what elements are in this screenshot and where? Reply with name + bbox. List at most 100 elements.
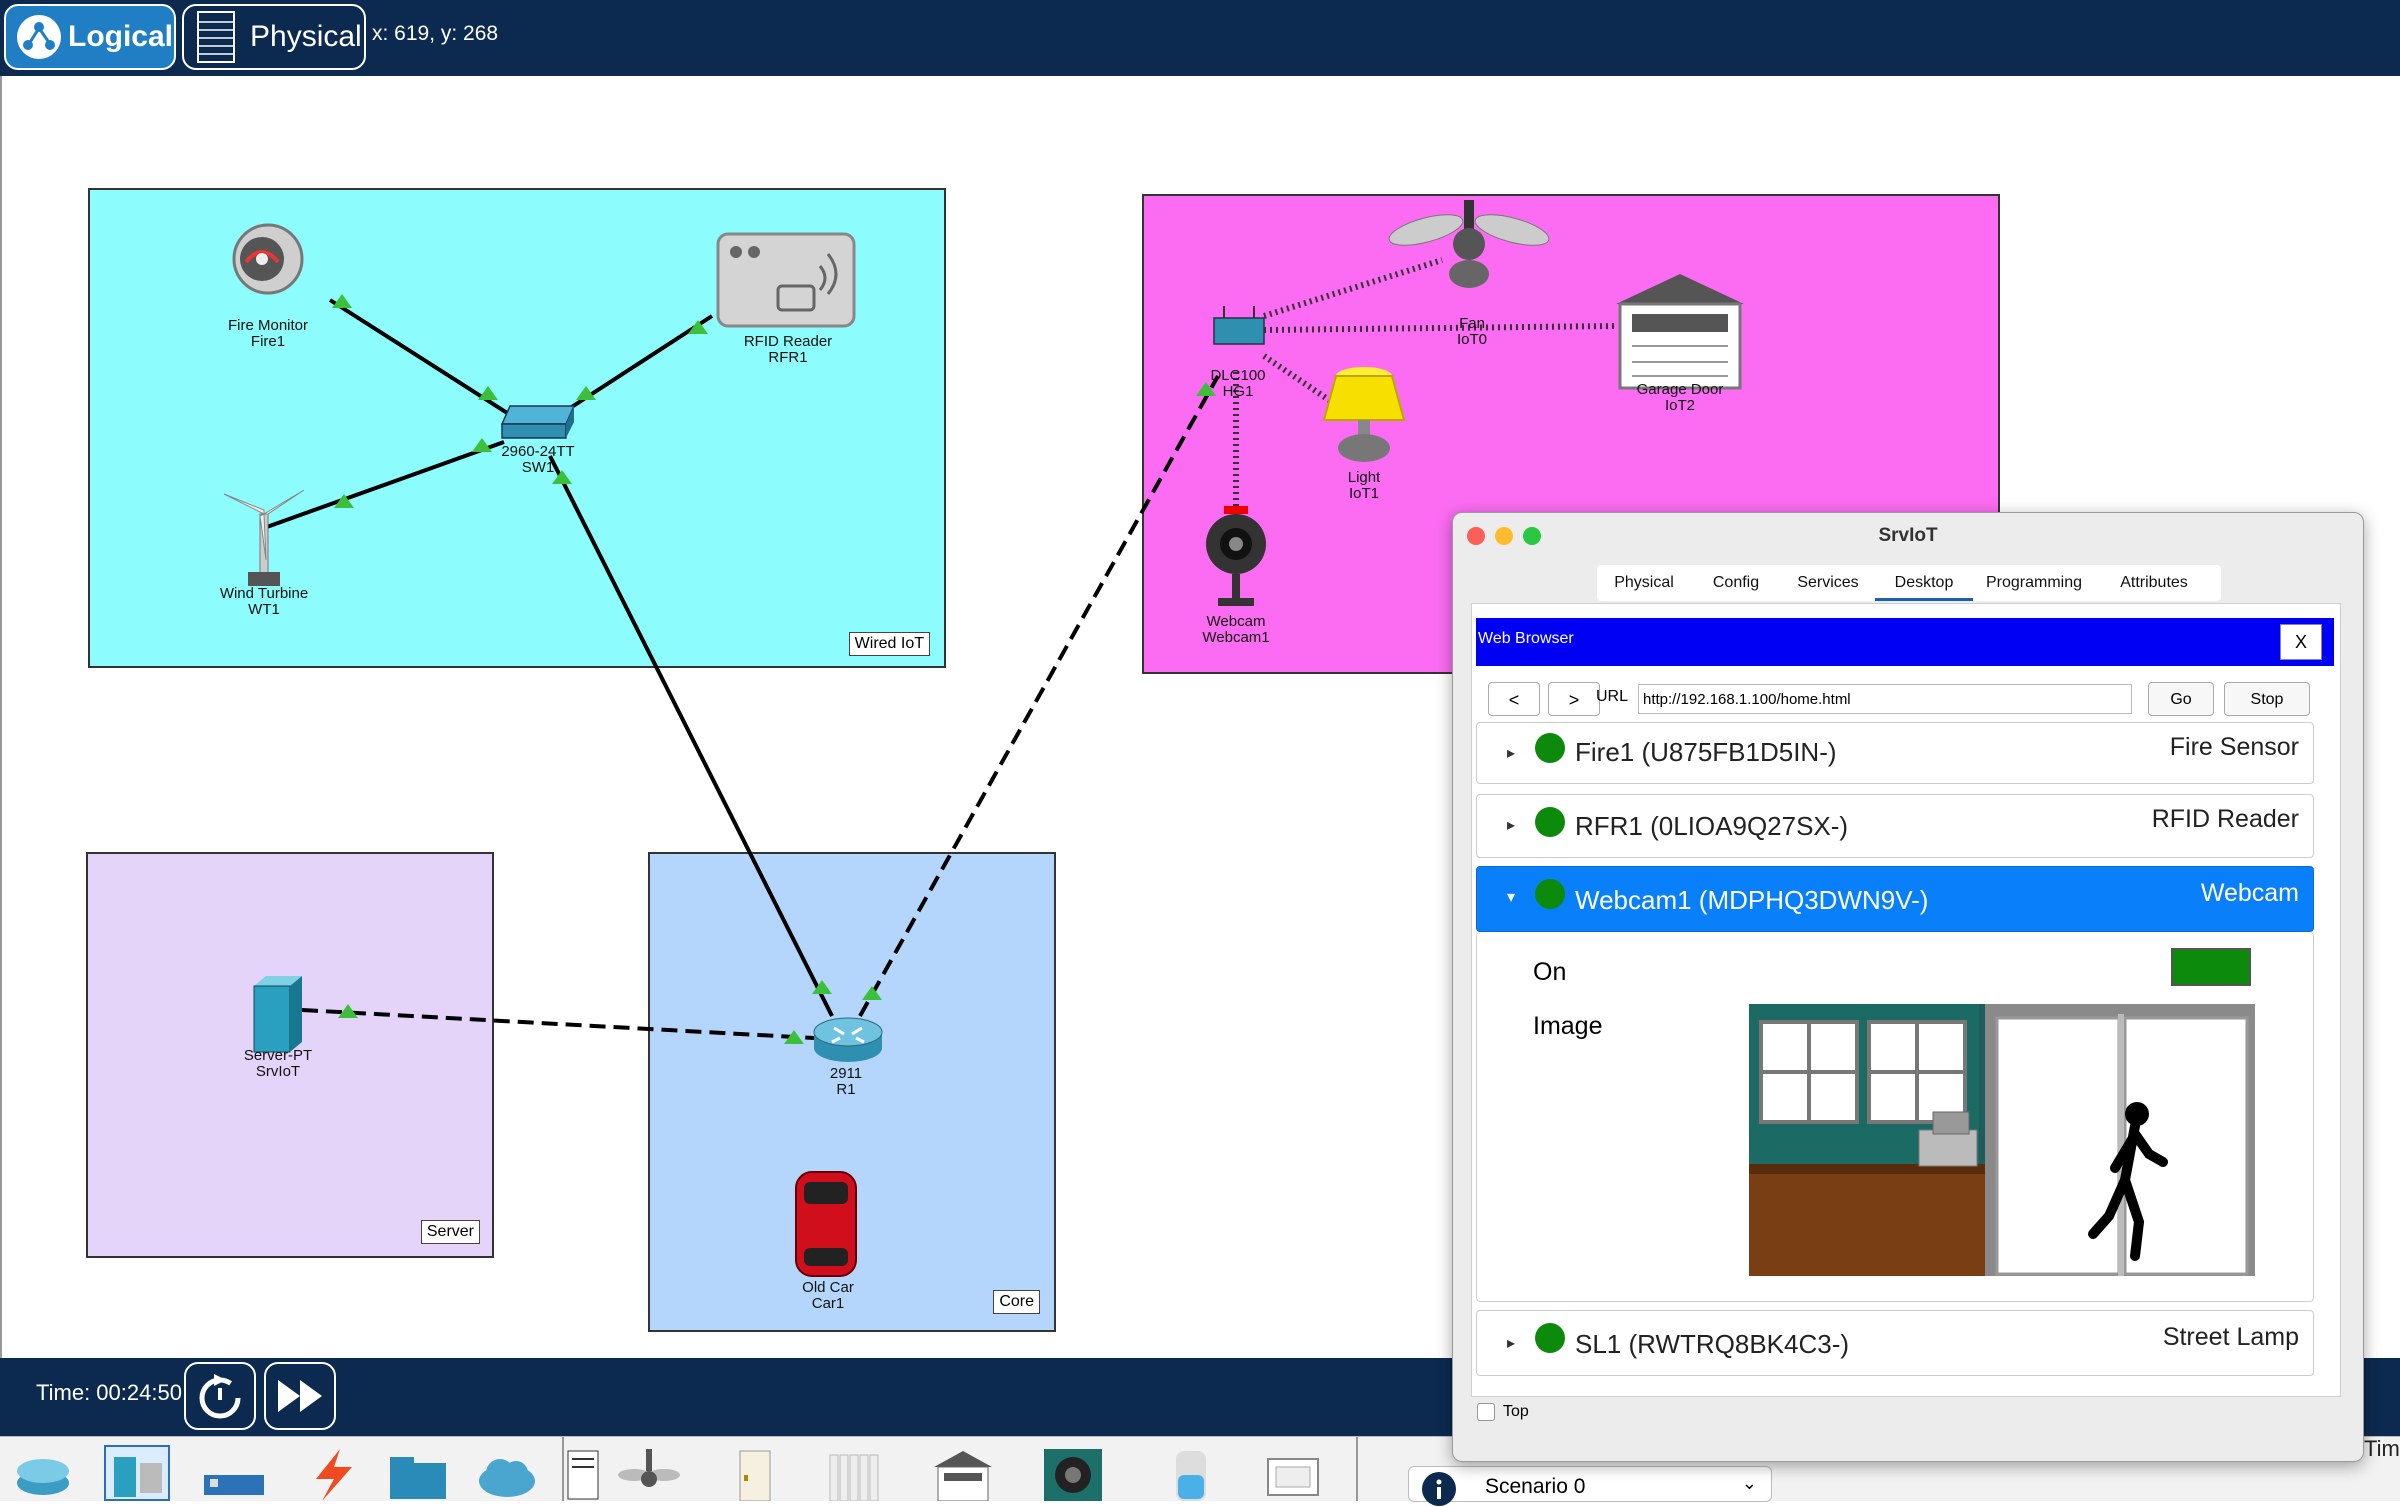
garage-door-icon[interactable]: [1612, 270, 1748, 390]
palette-router-icon[interactable]: [10, 1445, 76, 1501]
switch-icon[interactable]: [498, 402, 578, 442]
palette-end-devices-icon[interactable]: [104, 1445, 170, 1501]
palette-garage-door-icon[interactable]: [930, 1445, 996, 1502]
device-name-label: Car1: [811, 1295, 845, 1312]
expand-arrow-icon[interactable]: ▸: [1507, 1333, 1515, 1353]
status-indicator: [1535, 733, 1565, 763]
cursor-coordinates: x: 619, y: 268: [372, 22, 499, 45]
rack-icon: [197, 11, 235, 63]
link-sw1-r1: [548, 455, 834, 1017]
physical-label: Physical: [250, 20, 362, 53]
expand-arrow-icon[interactable]: ▸: [1507, 815, 1515, 835]
wind-turbine-icon[interactable]: [214, 480, 314, 590]
scenario-label: Scenario 0: [1485, 1475, 1586, 1498]
router-icon[interactable]: [810, 1014, 886, 1064]
webcam-on-indicator[interactable]: [2171, 948, 2251, 986]
tab-attributes[interactable]: Attributes: [2095, 565, 2213, 601]
device-row-rfr1[interactable]: ▸ RFR1 (0LIOA9Q27SX-) RFID Reader: [1476, 794, 2314, 858]
device-name-label: IoT0: [1456, 331, 1488, 348]
palette-humidifier-icon[interactable]: [1156, 1445, 1222, 1501]
device-row-type: Fire Sensor: [2169, 733, 2299, 761]
palette-monitor-icon[interactable]: [1262, 1445, 1328, 1501]
light-icon[interactable]: [1318, 364, 1410, 470]
server-icon[interactable]: [250, 974, 304, 1054]
reset-time-button[interactable]: [184, 1362, 256, 1430]
device-row-fire1[interactable]: ▸ Fire1 (U875FB1D5IN-) Fire Sensor: [1476, 722, 2314, 784]
device-model-label: 2911: [829, 1065, 863, 1082]
webcam-details: On Image: [1476, 932, 2314, 1302]
device-name-label: SrvIoT: [255, 1063, 301, 1080]
link-indicator: [478, 386, 498, 400]
back-button[interactable]: <: [1488, 682, 1540, 716]
reset-icon: [199, 1374, 241, 1419]
device-row-name: Fire1 (U875FB1D5IN-): [1575, 737, 1837, 767]
status-indicator: [1535, 1323, 1565, 1353]
link-server-r1: [301, 1008, 815, 1040]
device-model-label: Server-PT: [243, 1047, 313, 1064]
expand-arrow-icon[interactable]: ▸: [1507, 743, 1515, 763]
url-label: URL: [1596, 688, 1629, 705]
device-model-label: Old Car: [802, 1279, 854, 1296]
physical-view-button[interactable]: Physical: [182, 4, 366, 70]
palette-divider: [1356, 1437, 1358, 1501]
logical-view-button[interactable]: Logical: [4, 4, 176, 70]
device-model-label: Webcam: [1206, 613, 1266, 630]
palette-cloud-icon[interactable]: [474, 1445, 540, 1501]
logical-icon: [17, 15, 61, 59]
home-gateway-icon[interactable]: [1210, 304, 1268, 348]
device-name-label: R1: [836, 1081, 856, 1098]
realtime-label: Tim: [2364, 1436, 2400, 1461]
tab-services[interactable]: Services: [1781, 565, 1875, 601]
fast-forward-icon: [278, 1380, 322, 1412]
palette-radiator-icon[interactable]: [824, 1445, 890, 1502]
device-row-webcam1[interactable]: ▾ Webcam1 (MDPHQ3DWN9V-) Webcam: [1476, 866, 2314, 932]
device-name-label: RFR1: [768, 349, 808, 366]
tab-config[interactable]: Config: [1691, 565, 1781, 601]
webcam-icon[interactable]: [1204, 506, 1268, 610]
tab-programming[interactable]: Programming: [1973, 565, 2095, 601]
device-row-type: RFID Reader: [2151, 805, 2299, 833]
url-input[interactable]: [1638, 684, 2132, 714]
top-toolbar: Logical Physical x: 619, y: 268: [0, 0, 2400, 76]
palette-misc-icon[interactable]: [384, 1445, 450, 1501]
collapse-arrow-icon[interactable]: ▾: [1507, 887, 1515, 907]
palette-door-icon[interactable]: [730, 1445, 796, 1502]
device-model-label: DLC100: [1210, 367, 1266, 384]
fire-monitor-icon[interactable]: [216, 222, 320, 296]
device-row-name: Webcam1 (MDPHQ3DWN9V-): [1575, 885, 1929, 915]
palette-speaker-icon[interactable]: [1040, 1445, 1106, 1501]
device-row-type: Webcam: [2200, 879, 2299, 907]
device-model-label: 2960-24TT: [501, 443, 575, 460]
stop-button[interactable]: Stop: [2224, 682, 2310, 716]
tab-desktop[interactable]: Desktop: [1875, 565, 1973, 601]
dialog-title: SrvIoT: [1878, 525, 1938, 546]
car-icon[interactable]: [790, 1168, 862, 1280]
go-button[interactable]: Go: [2148, 682, 2214, 716]
srviot-dialog: SrvIoT Physical Config Services Desktop …: [1452, 512, 2364, 1462]
fan-icon[interactable]: [1386, 200, 1552, 290]
device-row-sl1[interactable]: ▸ SL1 (RWTRQ8BK4C3-) Street Lamp: [1476, 1310, 2314, 1376]
tab-physical[interactable]: Physical: [1597, 565, 1691, 601]
device-row-name: SL1 (RWTRQ8BK4C3-): [1575, 1329, 1850, 1359]
simulation-time: Time: 00:24:50: [36, 1380, 182, 1405]
webcam-image-label: Image: [1533, 1012, 1603, 1040]
dialog-tabs: Physical Config Services Desktop Program…: [1597, 565, 2221, 601]
scenario-select[interactable]: Scenario 0 ⌄: [1408, 1466, 1772, 1506]
palette-fan-icon[interactable]: [616, 1445, 682, 1501]
always-on-top-checkbox[interactable]: [1477, 1403, 1495, 1421]
palette-connections-icon[interactable]: [300, 1445, 366, 1501]
device-row-name: RFR1 (0LIOA9Q27SX-): [1575, 811, 1849, 841]
forward-button[interactable]: >: [1548, 682, 1600, 716]
device-name-label: Webcam1: [1202, 629, 1270, 646]
palette-components-icon[interactable]: [200, 1445, 266, 1501]
rfid-reader-icon[interactable]: [714, 230, 858, 330]
device-model-label: Fan: [1459, 315, 1485, 332]
device-model-label: Wind Turbine: [219, 585, 309, 602]
web-browser-close-button[interactable]: X: [2280, 624, 2322, 660]
fast-forward-button[interactable]: [264, 1362, 336, 1430]
chevron-down-icon: ⌄: [1741, 1473, 1757, 1493]
device-name-label: IoT2: [1664, 397, 1695, 414]
always-on-top-label: Top: [1503, 1403, 1529, 1420]
device-name-label: SW1: [521, 459, 555, 476]
info-icon: [1422, 1472, 1456, 1506]
